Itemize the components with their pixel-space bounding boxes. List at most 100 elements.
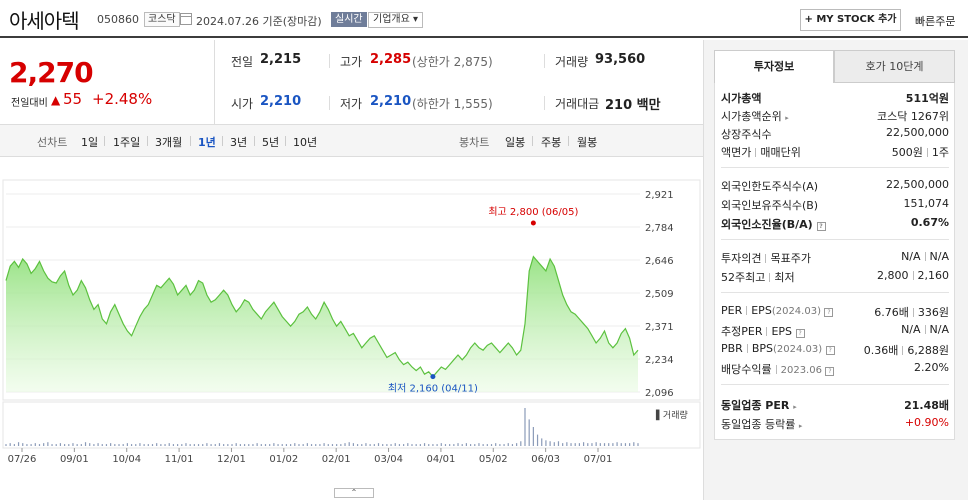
target-label: 목표주가: [770, 252, 811, 265]
period-3m[interactable]: 3개월: [155, 134, 182, 150]
period-10y[interactable]: 10년: [293, 134, 317, 150]
volume-bar: [298, 444, 300, 446]
volume-bar: [620, 443, 622, 446]
divider: [254, 136, 255, 146]
quick-order-button[interactable]: 빠른주문: [915, 13, 955, 29]
volume-bar: [181, 444, 183, 446]
volume-bar: [419, 444, 421, 446]
volume-bar: [189, 444, 191, 446]
volume-bar: [361, 444, 363, 446]
divider: [912, 308, 914, 317]
value: N/A N/A: [901, 250, 949, 263]
chevron-right-icon[interactable]: ▸: [799, 422, 803, 430]
bps-label: BPS: [751, 342, 773, 355]
volume-bar: [382, 444, 384, 446]
y-tick-label: 2,646: [645, 256, 674, 267]
period-1y[interactable]: 1년: [198, 134, 216, 150]
volume-bar: [444, 444, 447, 446]
volume-bar: [428, 444, 430, 446]
label: 배당수익률 2023.06 ?: [721, 361, 835, 377]
volume-bar: [499, 444, 501, 446]
add-mystock-button[interactable]: + MY STOCK 추가: [800, 9, 901, 31]
volume-bar: [436, 444, 438, 446]
volume-bar: [415, 444, 417, 446]
quote-value: 2,285: [370, 52, 412, 67]
x-tick-label: 06/03: [531, 454, 560, 465]
divider: [104, 136, 105, 146]
per: 6.76배: [874, 306, 909, 319]
row-market-cap-rank: 시가총액순위 ▸ 코스닥 1267위: [721, 107, 949, 125]
y-tick-label: 2,234: [645, 355, 674, 366]
period: (2024.03): [771, 306, 821, 317]
volume-bar: [386, 444, 388, 446]
volume-bar: [574, 443, 576, 446]
volume-bar: [616, 442, 618, 446]
volume-bar: [160, 444, 162, 446]
volume-bar: [524, 408, 526, 446]
row-52week: 52주최고 최저 2,800 2,160: [721, 268, 949, 286]
period-5y[interactable]: 5년: [262, 134, 279, 150]
help-icon[interactable]: ?: [825, 346, 835, 355]
value: 21.48배: [904, 399, 949, 412]
volume-bar: [231, 444, 233, 446]
volume-bar: [373, 444, 375, 446]
candle-weekly[interactable]: 주봉: [541, 134, 561, 150]
volume-bar: [210, 444, 212, 446]
volume-bar: [394, 443, 396, 446]
value: 0.67%: [910, 216, 949, 229]
x-tick-label: 07/26: [8, 454, 37, 465]
lower-limit: (하한가 1,555): [412, 97, 493, 111]
help-icon[interactable]: ?: [824, 308, 834, 317]
volume-bar: [34, 443, 36, 446]
row-foreign-limit: 외국인한도주식수(A) 22,500,000: [721, 177, 949, 195]
x-tick-label: 10/04: [112, 454, 141, 465]
period-3y[interactable]: 3년: [230, 134, 247, 150]
volume-bar: [13, 444, 15, 446]
price-panel: 2,270 전일대비 ▲ 55 +2.48%: [0, 40, 215, 124]
quote-label: 저가: [340, 97, 363, 111]
x-tick-label: 05/02: [479, 454, 508, 465]
candle-monthly[interactable]: 월봉: [577, 134, 597, 150]
company-info-dropdown[interactable]: 기업개요 ▾: [368, 12, 423, 28]
tab-orderbook[interactable]: 호가 10단계: [834, 50, 955, 83]
quote-low: 저가 2,210 (하한가 1,555): [330, 82, 540, 124]
face-value: 500원: [891, 146, 923, 159]
period-1d[interactable]: 1일: [81, 134, 98, 150]
candle-daily[interactable]: 일봉: [505, 134, 525, 150]
help-icon[interactable]: ?: [795, 329, 805, 338]
volume-bar: [114, 444, 116, 446]
y-tick-label: 2,096: [645, 388, 674, 399]
per-label: PER: [721, 304, 743, 317]
label: 외국인한도주식수(A): [721, 180, 819, 193]
volume-bar: [365, 443, 367, 446]
realtime-badge[interactable]: 실시간: [331, 12, 367, 27]
x-tick-label: 07/01: [584, 454, 613, 465]
divider: [766, 327, 768, 336]
quote-value: 210 백만: [605, 98, 661, 113]
label: 투자의견 목표주가: [721, 250, 811, 266]
divider: [190, 136, 191, 146]
volume-bar: [273, 443, 275, 446]
volume-bar: [411, 444, 413, 446]
volume-bar: [465, 443, 467, 446]
x-tick-label: 02/01: [322, 454, 351, 465]
volume-bar: [47, 442, 49, 446]
volume-bar: [503, 444, 505, 446]
period-1w[interactable]: 1주일: [113, 134, 140, 150]
help-icon[interactable]: ?: [825, 367, 835, 376]
value: 500원 1주: [892, 144, 949, 160]
chevron-right-icon[interactable]: ▸: [785, 114, 789, 122]
chart-expand-button[interactable]: ⌃: [334, 488, 374, 498]
label: 52주최고 최저: [721, 269, 795, 285]
tab-investment-info[interactable]: 투자정보: [714, 50, 834, 83]
volume-bar: [457, 443, 459, 446]
label-text: 동일업종 PER: [721, 399, 790, 412]
volume-bar: [84, 442, 87, 446]
volume-bar: [202, 444, 204, 446]
row-pbr-bps: PBR BPS(2024.03) ? 0.36배 6,288원: [721, 341, 949, 359]
volume-bar: [599, 443, 601, 446]
low-label: 최저 2,160 (04/11): [388, 383, 478, 395]
chevron-right-icon[interactable]: ▸: [793, 403, 797, 411]
price-chart[interactable]: 2,921 2,784 2,646 2,509 2,371 2,234 2,096 최고 2,…: [0, 170, 703, 488]
help-icon[interactable]: ?: [816, 222, 826, 231]
